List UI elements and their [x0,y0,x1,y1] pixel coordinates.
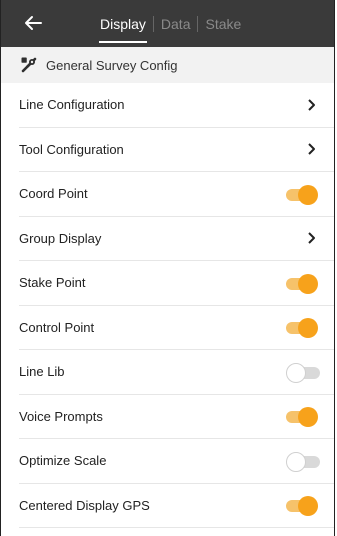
top-bar: Display Data Stake [1,0,334,47]
tab-display-label: Display [100,15,146,32]
settings-row[interactable]: Optimize Scale [19,439,334,484]
chevron-right-icon [308,232,315,244]
chevron-right-icon [308,143,315,155]
settings-row[interactable]: Line Lib [19,350,334,395]
section-title: General Survey Config [46,57,178,73]
tab-display[interactable]: Display [93,0,153,47]
toggle-knob [298,318,318,339]
toggle-knob [298,273,318,294]
toggle-switch[interactable] [286,273,318,294]
toggle-switch[interactable] [286,407,318,428]
toggle-switch[interactable] [286,184,318,205]
settings-row[interactable]: Control Point [19,306,334,350]
settings-row[interactable]: Centered Display GPS [19,484,334,528]
settings-row[interactable]: Voice Prompts [19,395,334,439]
section-header: General Survey Config [1,47,334,83]
settings-row-label: Voice Prompts [19,408,103,424]
settings-row-label: Tool Configuration [19,141,124,157]
toggle-knob [286,451,306,472]
app-frame: Display Data Stake General Survey Config… [0,0,335,536]
toggle-switch[interactable] [286,451,320,472]
settings-row-label: Line Lib [19,364,65,380]
tools-icon [21,57,37,73]
settings-row-label: Coord Point [19,186,88,202]
settings-row-label: Centered Display GPS [19,497,150,513]
tab-bar: Display Data Stake [93,0,248,47]
settings-row-label: Optimize Scale [19,453,107,469]
settings-row-label: Control Point [19,319,95,335]
settings-row[interactable]: Line Configuration [19,83,334,128]
settings-row[interactable]: Coord Point [19,172,334,217]
toggle-switch[interactable] [286,496,318,517]
tab-data[interactable]: Data [154,0,198,47]
settings-row-label: Group Display [19,230,102,246]
tab-stake[interactable]: Stake [198,0,248,47]
settings-row[interactable]: Stake Point [19,261,334,306]
toggle-knob [298,184,318,205]
settings-row[interactable]: Tool Configuration [19,128,334,172]
toggle-switch[interactable] [286,362,320,383]
toggle-knob [286,362,306,383]
settings-row-label: Line Configuration [19,97,125,113]
back-arrow-icon[interactable] [21,11,45,35]
tab-stake-label: Stake [205,15,242,32]
toggle-knob [298,407,318,428]
settings-list: Line Configuration Tool Configuration Coor… [1,83,334,528]
toggle-switch[interactable] [286,318,318,339]
chevron-right-icon [308,99,315,111]
settings-row[interactable]: Group Display [19,217,334,261]
settings-row-label: Stake Point [19,275,86,291]
tab-data-label: Data [160,15,191,32]
toggle-knob [298,496,318,517]
